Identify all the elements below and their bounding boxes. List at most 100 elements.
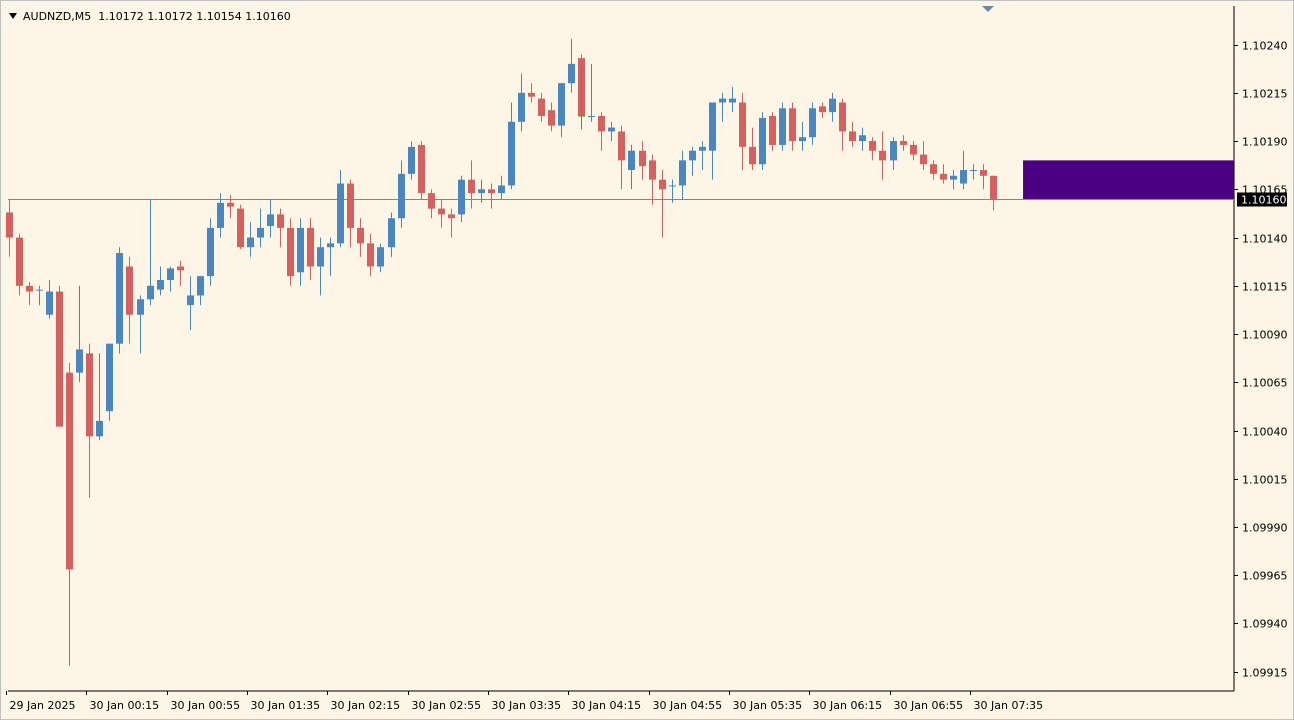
candle bbox=[106, 343, 113, 421]
price-tick-label: 1.10140 bbox=[1242, 233, 1288, 246]
candle-body bbox=[16, 237, 23, 286]
candle bbox=[187, 276, 194, 331]
candle bbox=[116, 247, 123, 354]
chart-window[interactable]: AUDNZD,M5 1.10172 1.10172 1.10154 1.1016… bbox=[0, 0, 1294, 720]
time-tick-label: 30 Jan 02:55 bbox=[412, 699, 482, 712]
candle-body bbox=[900, 141, 907, 145]
candle bbox=[488, 183, 495, 209]
candle bbox=[26, 281, 33, 306]
candle-body bbox=[367, 243, 374, 267]
candle-body bbox=[337, 183, 344, 244]
price-tick-label: 1.10190 bbox=[1242, 136, 1288, 149]
candle bbox=[297, 218, 304, 286]
candle-body bbox=[669, 185, 676, 187]
price-tag-layer: 1.10160 bbox=[1237, 192, 1287, 207]
candle-body bbox=[448, 214, 455, 219]
candle-body bbox=[66, 372, 73, 570]
candle bbox=[16, 233, 23, 296]
candle-body bbox=[769, 115, 776, 145]
price-tick-label: 1.10090 bbox=[1242, 329, 1288, 342]
candle-body bbox=[568, 63, 575, 84]
candle-body bbox=[598, 115, 605, 132]
price-tick-label: 1.10115 bbox=[1242, 281, 1288, 294]
candle-body bbox=[849, 131, 856, 142]
time-tick-label: 30 Jan 03:35 bbox=[492, 699, 562, 712]
time-tick-label: 30 Jan 04:15 bbox=[572, 699, 642, 712]
candle bbox=[307, 218, 314, 280]
candle bbox=[247, 222, 254, 257]
candle-body bbox=[679, 160, 686, 186]
candle bbox=[679, 150, 686, 199]
candle-body bbox=[86, 353, 93, 437]
chart-shift-marker-icon[interactable] bbox=[982, 6, 994, 12]
candle-body bbox=[237, 208, 244, 248]
candle-body bbox=[488, 189, 495, 194]
time-tick-label: 30 Jan 04:55 bbox=[653, 699, 723, 712]
candle-body bbox=[508, 121, 515, 186]
time-tick-label: 30 Jan 07:35 bbox=[974, 699, 1044, 712]
candle bbox=[508, 102, 515, 190]
price-tick-label: 1.09940 bbox=[1242, 618, 1288, 631]
candle bbox=[388, 212, 395, 257]
candle bbox=[157, 266, 164, 296]
candle bbox=[137, 295, 144, 354]
candle bbox=[930, 160, 937, 180]
candle-body bbox=[257, 227, 264, 238]
candle-body bbox=[36, 289, 43, 291]
candle-body bbox=[357, 227, 364, 244]
candle-body bbox=[287, 227, 294, 277]
candle-body bbox=[729, 98, 736, 103]
candle bbox=[779, 102, 786, 151]
candle bbox=[398, 160, 405, 228]
candle bbox=[377, 243, 384, 273]
candle-body bbox=[217, 202, 224, 228]
candle bbox=[849, 121, 856, 147]
candle bbox=[689, 146, 696, 176]
candle-body bbox=[6, 212, 13, 238]
candle-body bbox=[618, 131, 625, 161]
candle-body bbox=[799, 137, 806, 142]
candle-body bbox=[478, 189, 485, 194]
candle-body bbox=[177, 266, 184, 271]
candle-body bbox=[819, 106, 826, 113]
candle-body bbox=[659, 179, 666, 190]
price-chart[interactable]: 1.102401.102151.101901.101651.101401.101… bbox=[1, 1, 1293, 719]
time-axis[interactable]: 29 Jan 2025 30 Jan 00:15 30 Jan 00:55 30 Ja… bbox=[6, 691, 1044, 712]
candle bbox=[829, 92, 836, 122]
candle bbox=[839, 98, 846, 151]
candle bbox=[598, 112, 605, 151]
price-tick-label: 1.09915 bbox=[1242, 667, 1288, 680]
candle bbox=[357, 218, 364, 257]
time-tick-label: 30 Jan 06:55 bbox=[894, 699, 964, 712]
candle-body bbox=[739, 102, 746, 147]
candle-body bbox=[950, 175, 957, 180]
price-tick-label: 1.10040 bbox=[1242, 426, 1288, 439]
candles-layer bbox=[6, 38, 997, 666]
candle-body bbox=[418, 144, 425, 194]
time-tick-label: 30 Jan 00:15 bbox=[90, 699, 160, 712]
candle-body bbox=[498, 185, 505, 194]
candle bbox=[809, 102, 816, 145]
candle bbox=[46, 280, 53, 319]
candle-body bbox=[227, 202, 234, 207]
candle-body bbox=[207, 227, 214, 277]
candle-body bbox=[408, 146, 415, 174]
candle-body bbox=[940, 173, 947, 180]
candle bbox=[538, 92, 545, 122]
candle bbox=[879, 131, 886, 180]
candle-body bbox=[839, 102, 846, 132]
candle-body bbox=[608, 127, 615, 132]
candle bbox=[327, 237, 334, 277]
candle-body bbox=[347, 183, 354, 228]
candle-body bbox=[829, 98, 836, 113]
candle bbox=[890, 137, 897, 171]
candle-body bbox=[890, 141, 897, 161]
time-tick-label: 30 Jan 02:15 bbox=[331, 699, 401, 712]
candle bbox=[257, 208, 264, 248]
price-axis[interactable]: 1.102401.102151.101901.101651.101401.101… bbox=[1234, 40, 1288, 680]
candle-body bbox=[428, 193, 435, 209]
candle bbox=[819, 102, 826, 118]
candle bbox=[739, 92, 746, 171]
price-tick-label: 1.10015 bbox=[1242, 474, 1288, 487]
candle bbox=[167, 266, 174, 292]
